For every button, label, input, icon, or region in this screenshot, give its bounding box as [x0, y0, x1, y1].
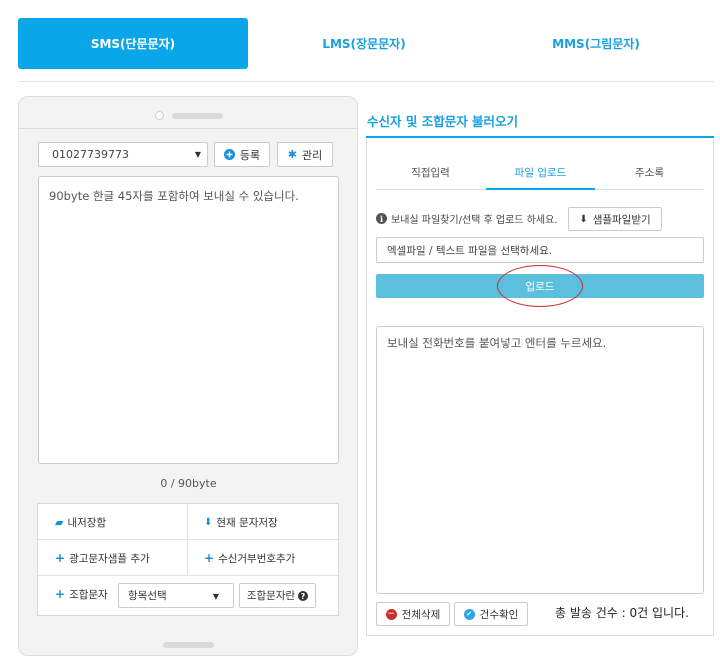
minus-circle-icon: −	[385, 608, 397, 620]
sender-number-select[interactable]: 01027739773 ▼	[38, 142, 208, 167]
check-circle-icon: ✔	[463, 608, 475, 620]
delete-all-button[interactable]: − 전체삭제	[376, 602, 450, 626]
register-label: 등록	[239, 148, 261, 162]
phone-home-indicator	[163, 642, 214, 648]
panel-title-underline	[366, 136, 714, 138]
plus-circle-icon	[223, 149, 235, 160]
tab-lms[interactable]: LMS(장문문자)	[248, 18, 480, 69]
svg-text:?: ?	[301, 592, 306, 601]
my-storage-label: 내저장함	[67, 516, 107, 529]
subtab-file-upload[interactable]: 파일 업로드	[486, 157, 595, 188]
grid-divider	[187, 504, 188, 575]
combo-field-button[interactable]: 조합문자란 ?	[239, 583, 316, 608]
subtab-direct-input[interactable]: 직접입력	[376, 157, 485, 188]
highlight-circle	[497, 265, 583, 307]
plus-icon: +	[204, 551, 215, 565]
grid-divider	[38, 539, 338, 540]
sender-number-value: 01027739773	[52, 148, 129, 161]
subtab-address-book[interactable]: 주소록	[595, 157, 704, 188]
plus-icon: +	[55, 587, 66, 601]
upload-info: i 보내실 파일찾기/선택 후 업로드 하세요.	[376, 211, 557, 226]
check-count-label: 건수확인	[479, 608, 519, 621]
combo-field-label: 조합문자란	[246, 590, 296, 602]
combo-message-text: 조합문자	[69, 588, 108, 601]
gear-icon: ✱	[287, 148, 297, 161]
caret-down-icon: ▼	[194, 150, 201, 159]
tab-divider	[18, 81, 714, 82]
phone-divider	[19, 128, 357, 129]
tab-mms[interactable]: MMS(그림문자)	[480, 18, 712, 69]
add-refusal-number-button[interactable]: + 수신거부번호추가	[204, 549, 295, 567]
total-count-text: 총 발송 건수 : 0건 입니다.	[555, 606, 689, 620]
delete-all-label: 전체삭제	[401, 608, 441, 621]
file-select-input[interactable]: 엑셀파일 / 텍스트 파일을 선택하세요.	[376, 237, 704, 263]
phone-numbers-placeholder: 보내실 전화번호를 붙여넣고 엔터를 누르세요.	[387, 336, 607, 350]
subtab-active-indicator	[486, 188, 595, 190]
info-icon: i	[376, 213, 387, 224]
save-current-label: 현재 문자저장	[216, 516, 278, 529]
phone-numbers-textarea[interactable]: 보내실 전화번호를 붙여넣고 엔터를 누르세요.	[376, 326, 704, 594]
byte-counter: 0 / 90byte	[160, 477, 217, 490]
phone-speaker	[172, 113, 223, 119]
add-ad-sample-label: 광고문자샘플 추가	[69, 552, 150, 565]
download-icon: ⬇	[204, 516, 213, 528]
check-count-button[interactable]: ✔ 건수확인	[454, 602, 528, 626]
sample-download-label: 샘플파일받기	[592, 213, 651, 226]
grid-divider	[38, 575, 338, 576]
question-circle-icon: ?	[298, 590, 309, 601]
caret-down-icon: ▼	[212, 592, 219, 601]
item-select-value: 항목선택	[128, 590, 167, 602]
register-button[interactable]: 등록	[214, 142, 270, 167]
sample-download-button[interactable]: ⬇ 샘플파일받기	[568, 207, 662, 231]
add-refusal-number-label: 수신거부번호추가	[218, 552, 296, 565]
my-storage-button[interactable]: ▰ 내저장함	[55, 513, 106, 531]
message-textarea[interactable]: 90byte 한글 45자를 포함하여 보내실 수 있습니다.	[38, 176, 339, 464]
tab-sms[interactable]: SMS(단문문자)	[18, 18, 248, 69]
upload-info-text: 보내실 파일찾기/선택 후 업로드 하세요.	[391, 215, 558, 226]
file-select-placeholder: 엑셀파일 / 텍스트 파일을 선택하세요.	[387, 244, 553, 257]
phone-camera	[155, 111, 164, 120]
item-select-dropdown[interactable]: 항목선택 ▼	[118, 583, 234, 608]
combo-message-label: + 조합문자	[55, 585, 108, 603]
panel-title: 수신자 및 조합문자 불러오기	[367, 114, 519, 129]
add-ad-sample-button[interactable]: + 광고문자샘플 추가	[55, 549, 150, 567]
manage-label: 관리	[301, 148, 323, 162]
folder-icon: ▰	[55, 515, 64, 529]
message-placeholder: 90byte 한글 45자를 포함하여 보내실 수 있습니다.	[49, 189, 299, 203]
download-icon: ⬇	[579, 213, 588, 225]
save-current-button[interactable]: ⬇ 현재 문자저장	[204, 513, 278, 531]
manage-button[interactable]: ✱ 관리	[277, 142, 333, 167]
plus-icon: +	[55, 551, 66, 565]
